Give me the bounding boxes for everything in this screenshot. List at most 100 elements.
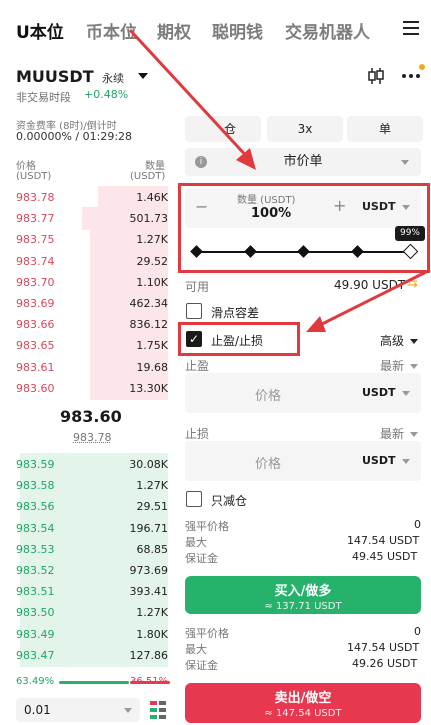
bid-row[interactable]: 983.58 1.27K bbox=[0, 474, 172, 498]
buy-max-label: 最大 bbox=[185, 536, 207, 549]
margin-mode-button[interactable]: 仓 bbox=[185, 116, 261, 142]
sl-unit: USDT bbox=[362, 454, 396, 467]
ask-row[interactable]: 983.69 462.34 bbox=[0, 292, 172, 315]
tp-placeholder: 价格 bbox=[255, 389, 282, 404]
quantity-cell: 1.80K bbox=[136, 627, 168, 641]
ask-row[interactable]: 983.70 1.10K bbox=[0, 270, 172, 294]
chevron-down-icon bbox=[124, 708, 132, 713]
symbol-name[interactable]: MUUSDT bbox=[16, 67, 94, 86]
session-status: 非交易时段 bbox=[16, 91, 71, 104]
mark-price[interactable]: 983.78 bbox=[73, 431, 112, 444]
price-cell: 983.56 bbox=[16, 500, 55, 514]
tp-unit: USDT bbox=[362, 386, 396, 399]
chevron-down-icon bbox=[410, 432, 419, 437]
bid-row[interactable]: 983.49 1.80K bbox=[0, 622, 172, 646]
price-cell: 983.70 bbox=[16, 275, 55, 289]
sell-margin-value: 49.26 USDT bbox=[352, 657, 418, 670]
ask-row[interactable]: 983.61 19.68 bbox=[0, 355, 172, 379]
quantity-cell: 68.85 bbox=[136, 542, 169, 556]
buy-ratio: 63.49% bbox=[16, 676, 55, 687]
chevron-down-icon bbox=[401, 160, 409, 165]
quantity-cell: 1.10K bbox=[136, 275, 168, 289]
quantity-cell: 196.71 bbox=[129, 521, 169, 535]
bid-row[interactable]: 983.51 393.41 bbox=[0, 580, 172, 604]
tp-mode-select[interactable]: 最新 bbox=[380, 357, 419, 374]
ask-row[interactable]: 983.66 836.12 bbox=[0, 313, 172, 337]
buy-liq-value: 0 bbox=[414, 518, 421, 531]
sl-mode-select[interactable]: 最新 bbox=[380, 425, 419, 442]
price-cell: 983.60 bbox=[16, 381, 55, 395]
ask-row[interactable]: 983.74 29.52 bbox=[0, 249, 172, 273]
ask-row[interactable]: 983.75 1.27K bbox=[0, 228, 172, 252]
quantity-cell: 13.30K bbox=[129, 381, 168, 395]
quantity-cell: 127.86 bbox=[129, 648, 169, 662]
sl-placeholder: 价格 bbox=[255, 457, 282, 472]
ask-row[interactable]: 983.78 1.46K bbox=[0, 186, 172, 209]
price-cell: 983.53 bbox=[16, 542, 55, 556]
bid-row[interactable]: 983.52 973.69 bbox=[0, 559, 172, 582]
menu-icon[interactable] bbox=[403, 21, 419, 35]
bid-row[interactable]: 983.56 29.51 bbox=[0, 495, 172, 519]
leverage-button[interactable]: 3x bbox=[267, 116, 343, 142]
advanced-label: 高级 bbox=[380, 334, 405, 348]
sell-liq-value: 0 bbox=[414, 625, 421, 638]
price-cell: 983.58 bbox=[16, 479, 55, 493]
quantity-cell: 29.52 bbox=[136, 254, 169, 268]
tab-smart-money[interactable]: 聪明钱 bbox=[212, 18, 263, 43]
bid-row[interactable]: 983.53 68.85 bbox=[0, 537, 172, 561]
price-cell: 983.61 bbox=[16, 360, 55, 374]
quantity-cell: 1.27K bbox=[136, 233, 168, 247]
order-type-select[interactable]: i 市价单 bbox=[185, 148, 421, 176]
reduce-only-checkbox[interactable] bbox=[186, 491, 202, 507]
sell-button-label: 卖出/做空 bbox=[274, 691, 332, 706]
tab-options[interactable]: 期权 bbox=[157, 18, 191, 43]
precision-value: 0.01 bbox=[24, 703, 51, 717]
bid-row[interactable]: 983.54 196.71 bbox=[0, 516, 172, 540]
tp-mode: 最新 bbox=[380, 359, 405, 373]
ask-row[interactable]: 983.77 501.73 bbox=[0, 207, 172, 231]
price-cell: 983.54 bbox=[16, 521, 55, 535]
price-cell: 983.66 bbox=[16, 318, 55, 332]
arrow-head-mid bbox=[306, 316, 326, 332]
order-type-label: 市价单 bbox=[283, 154, 323, 169]
transfer-icon[interactable]: ⇆ bbox=[407, 276, 418, 291]
orderbook-layout-icon[interactable] bbox=[150, 701, 166, 719]
price-cell: 983.65 bbox=[16, 339, 55, 353]
price-cell: 983.49 bbox=[16, 627, 55, 641]
buy-liq-label: 强平价格 bbox=[185, 520, 229, 533]
tab-trading-bots[interactable]: 交易机器人 bbox=[285, 18, 370, 43]
sl-unit-select[interactable]: USDT bbox=[362, 454, 410, 467]
ask-row[interactable]: 983.60 13.30K bbox=[0, 376, 172, 400]
candlestick-icon[interactable] bbox=[366, 66, 386, 86]
more-icon[interactable] bbox=[400, 62, 426, 84]
last-price: 983.60 bbox=[60, 407, 122, 426]
reduce-only-label: 只减仓 bbox=[211, 494, 248, 508]
price-cell: 983.50 bbox=[16, 606, 55, 620]
bid-row[interactable]: 983.50 1.27K bbox=[0, 601, 172, 625]
advanced-toggle[interactable]: 高级 bbox=[380, 332, 419, 349]
bid-row[interactable]: 983.47 127.86 bbox=[0, 643, 172, 667]
tp-price-input[interactable]: 价格 USDT bbox=[185, 373, 421, 413]
ask-row[interactable]: 983.65 1.75K bbox=[0, 334, 172, 358]
tp-label: 止盈 bbox=[185, 359, 210, 373]
chevron-down-icon[interactable] bbox=[138, 73, 148, 79]
chevron-down-icon bbox=[401, 458, 410, 464]
bid-row[interactable]: 983.59 30.08K bbox=[0, 453, 172, 476]
precision-select[interactable]: 0.01 bbox=[16, 698, 140, 722]
tab-u-margined[interactable]: U本位 bbox=[16, 18, 64, 43]
sell-margin-label: 保证金 bbox=[185, 659, 218, 672]
buy-button-label: 买入/做多 bbox=[274, 584, 332, 599]
buy-long-button[interactable]: 买入/做多 ≈ 137.71 USDT bbox=[185, 576, 421, 614]
buy-ratio-bar bbox=[59, 681, 129, 684]
sell-short-button[interactable]: 卖出/做空 ≈ 147.54 USDT bbox=[185, 683, 421, 723]
position-mode-button[interactable]: 单 bbox=[347, 116, 423, 142]
tp-unit-select[interactable]: USDT bbox=[362, 386, 410, 399]
buy-max-value: 147.54 USDT bbox=[347, 534, 420, 547]
slippage-label: 滑点容差 bbox=[211, 306, 260, 320]
sl-price-input[interactable]: 价格 USDT bbox=[185, 441, 421, 481]
quantity-cell: 836.12 bbox=[129, 318, 169, 332]
sell-button-estimate: ≈ 147.54 USDT bbox=[264, 708, 342, 719]
slippage-checkbox[interactable] bbox=[186, 303, 202, 319]
qty-header: 数量 bbox=[145, 161, 165, 172]
tab-coin-margined[interactable]: 币本位 bbox=[86, 18, 137, 43]
